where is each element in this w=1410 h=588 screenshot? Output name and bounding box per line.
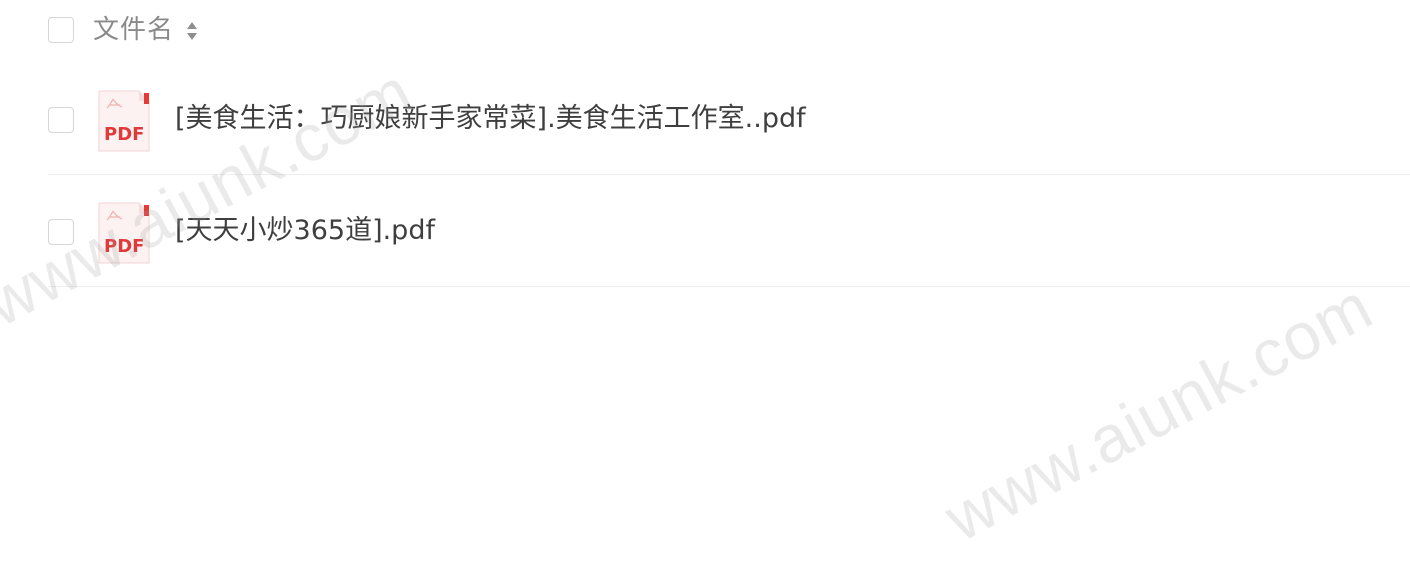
file-list-view: 文件名 PDF [美食生活：巧厨娘新手家常菜].美食生活工作室..pdf PDF… — [0, 0, 1410, 588]
watermark-text: www.aiunk.com — [932, 268, 1384, 556]
sort-icon[interactable] — [185, 19, 199, 43]
file-name-link[interactable]: [天天小炒365道].pdf — [175, 215, 435, 247]
svg-text:PDF: PDF — [104, 236, 144, 257]
column-header-filename[interactable]: 文件名 — [93, 14, 174, 46]
pdf-file-icon: PDF — [98, 202, 150, 264]
file-list-header: 文件名 — [0, 0, 1410, 62]
file-row[interactable]: PDF [美食生活：巧厨娘新手家常菜].美食生活工作室..pdf — [0, 63, 1410, 175]
select-all-checkbox[interactable] — [48, 17, 74, 43]
file-checkbox[interactable] — [48, 107, 74, 133]
file-row[interactable]: PDF [天天小炒365道].pdf — [0, 175, 1410, 287]
svg-text:PDF: PDF — [104, 124, 144, 145]
file-checkbox[interactable] — [48, 219, 74, 245]
file-name-link[interactable]: [美食生活：巧厨娘新手家常菜].美食生活工作室..pdf — [175, 103, 806, 135]
row-divider — [48, 286, 1410, 287]
pdf-file-icon: PDF — [98, 90, 150, 152]
